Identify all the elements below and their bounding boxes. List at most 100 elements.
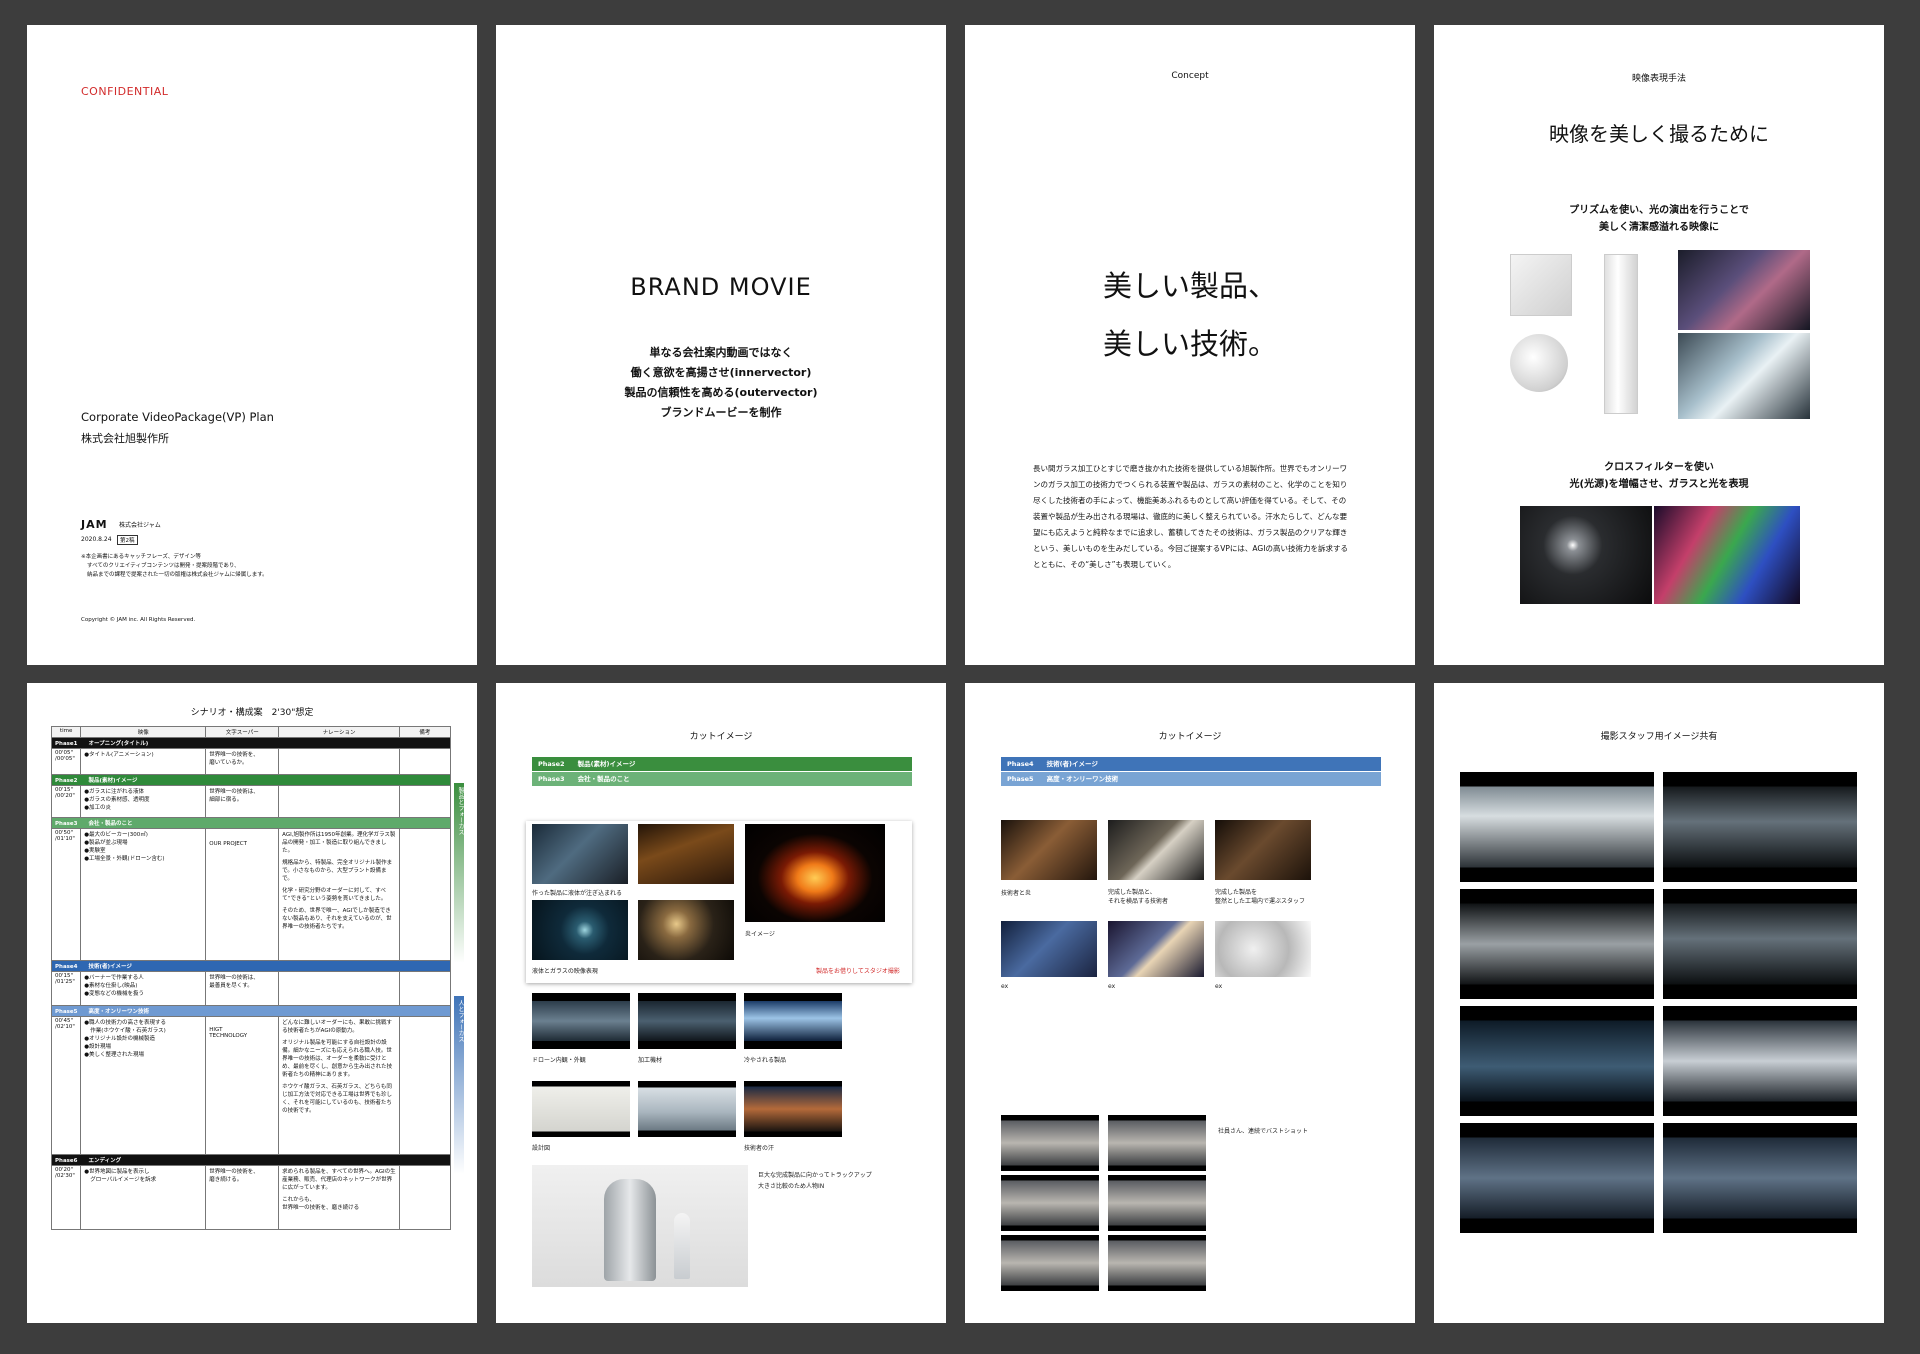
drone-caption: ドローン内観・外観: [532, 1057, 586, 1064]
line: ブランドムービーを制作: [660, 406, 782, 419]
phase-label: Phase3: [55, 821, 78, 827]
super-cell: OUR PROJECT: [209, 841, 247, 847]
engineer-flame-image: [1001, 820, 1097, 880]
people-focus-label: 人とフォーカス: [457, 1000, 464, 1042]
video-cell: ●製品が並ぶ現場: [84, 840, 128, 846]
pour-image: [532, 824, 628, 884]
video-cell: ●工場全景・外観(ドローン含む): [84, 856, 165, 862]
video-cell: ●職人の技術力の高さを表現する: [84, 1020, 167, 1026]
sweat-image: [744, 1081, 842, 1137]
crossfilter-color-image: [1654, 506, 1800, 604]
page-brand-movie: BRAND MOVIE 単なる会社案内動画ではなく 働く意欲を高揚させ(inne…: [496, 25, 946, 665]
line: それを検品する技術者: [1108, 898, 1169, 905]
phase-row: Phase5 高度・オンリーワン技術: [51, 1005, 451, 1017]
blueprint-caption: 設計図: [532, 1145, 551, 1152]
caption-ex: ex: [1108, 983, 1116, 990]
interview-image-4: [1108, 1175, 1206, 1231]
table-row: 00'50"/01'10" ●最大のビーカー(300㎡) ●製品が並ぶ現場 ●実験室…: [50, 828, 452, 961]
time-total: /00'20": [55, 793, 75, 799]
narration: そのため、世界で唯一、AGIでしか製造できない製品もあり、それを支えているのが、…: [282, 908, 392, 930]
phase-row: Phase4 技術(者)イメージ: [51, 960, 451, 972]
line: 美しく清潔感溢れる映像に: [1599, 222, 1719, 233]
crossfilter-caption: クロスフィルターを使い 光(光源)を増幅させ、ガラスと光を表現: [1434, 459, 1884, 493]
reference-image-1: [1460, 772, 1654, 882]
video-cell: ●ガラスに注がれる液体: [84, 789, 144, 795]
scenario-table: time 映像 文字スーパー ナレーション 備考 Phase1 オープニング(タ…: [50, 726, 452, 1230]
line: 働く意欲を高揚させ(innervector): [630, 366, 812, 379]
reference-image-8: [1663, 1123, 1857, 1233]
droplet-image: [638, 900, 734, 960]
super-cell: 世界唯一の技術を、: [209, 752, 259, 758]
amber-image: [638, 824, 734, 884]
scenario-title: シナリオ・構成案 2'30"想定: [190, 708, 314, 718]
ex-image-3: [1215, 921, 1311, 977]
concept-body: 長い間ガラス加工ひとすじで磨き抜かれた技術を提供している旭製作所。世界でもオンリ…: [1033, 464, 1348, 569]
inspection-image: [1108, 820, 1204, 880]
copyright: Copyright © JAM inc. All Rights Reserved…: [81, 617, 196, 623]
phase-row: Phase2 製品(素材)イメージ: [51, 774, 451, 786]
super-cell: 磨き続ける。: [209, 1177, 243, 1183]
video-cell: 作業(ホウケイ酸・石英ガラス): [90, 1028, 166, 1034]
narration: 規格品から、特製品、完全オリジナル製作まで。小さなものから、大型プラント設備まで…: [282, 860, 393, 882]
brand-movie-lines: 単なる会社案内動画ではなく 働く意欲を高揚させ(innervector) 製品の…: [496, 343, 946, 423]
phase-name: 技術(者)イメージ: [88, 964, 132, 970]
caption-ex: ex: [1215, 983, 1223, 990]
date: 2020.8.24: [81, 536, 112, 543]
video-cell: ●素材な仕掛し(映品): [84, 983, 138, 989]
video-cell: ●ガラスの素材感、透明度: [84, 797, 150, 803]
phase5-band: Phase5 高度・オンリーワン技術: [1001, 772, 1381, 786]
phase-row: Phase3 会社・製品のこと: [51, 817, 451, 829]
interview-image-3: [1001, 1175, 1099, 1231]
reference-image-4: [1663, 889, 1857, 999]
narration: 求められる製品を、すべての世界へ。AGIの生産業務、販売、代理店のネットワークが…: [282, 1169, 396, 1191]
material-caption: 加工機材: [638, 1057, 663, 1064]
headline-1: 美しい製品、: [1102, 269, 1277, 303]
caption-ex: ex: [1001, 983, 1009, 990]
legal-notes: ※本企画書にあるキャッチフレーズ、デザイン等 すべてのクリエイティブコンテンツは…: [81, 553, 268, 580]
vessel-shape: [604, 1179, 656, 1281]
interview-image-1: [1001, 1115, 1099, 1171]
caption-engineer: 技術者と炎: [1001, 890, 1032, 897]
ex-image-1: [1001, 921, 1097, 977]
video-cell: ●最大のビーカー(300㎡): [84, 832, 148, 838]
time-total: /02'30": [55, 1173, 75, 1179]
narration: 世界唯一の技術を、磨き続ける: [282, 1205, 360, 1211]
liquid-image: [532, 900, 628, 960]
prism-portrait-woman: [1678, 250, 1810, 330]
factory-image: [638, 1081, 736, 1137]
page-staff-share: 撮影スタッフ用イメージ共有: [1434, 683, 1884, 1323]
jam-logo: JAM: [81, 518, 108, 531]
line: 完成した製品を: [1215, 889, 1258, 896]
material-image: [638, 993, 736, 1049]
reference-image-5: [1460, 1006, 1654, 1116]
video-cell: ●設計現場: [84, 1044, 112, 1050]
line: 整然とした工場内で運ぶスタッフ: [1215, 898, 1306, 905]
cooled-caption: 冷やされる製品: [744, 1057, 787, 1064]
note-line: ※本企画書にあるキャッチフレーズ、デザイン等: [81, 554, 201, 560]
line: 光(光源)を増幅させ、ガラスと光を表現: [1569, 479, 1749, 490]
client-name: 株式会社旭製作所: [81, 432, 169, 445]
video-cell: ●タイトル(アニメーション): [84, 752, 154, 758]
worker-shape: [674, 1213, 690, 1279]
note-line: すべてのクリエイティブコンテンツは開発・提案段階であり、: [87, 563, 240, 569]
video-cell: ●美しく整理された現場: [84, 1052, 145, 1058]
phase4-band: Phase4 技術(者)イメージ: [1001, 757, 1381, 771]
product-focus-label: 製品とフォーカス: [457, 787, 464, 835]
col-header: ナレーション: [278, 726, 400, 738]
table-row: 00'05"/00'05" ●タイトル(アニメーション) 世界唯一の技術を、 磨い…: [50, 748, 452, 775]
headline-2: 美しい技術。: [1102, 327, 1277, 361]
prism-portrait-man: [1678, 333, 1810, 419]
table-row: 00'15"/00'20" ●ガラスに注がれる液体 ●ガラスの素材感、透明度 ●加工…: [50, 785, 452, 818]
line: クロスフィルターを使い: [1604, 462, 1714, 473]
page-cut-image-2: カットイメージ Phase4 技術(者)イメージ Phase5 高度・オンリーワ…: [965, 683, 1415, 1323]
super-cell: 磨いているか。: [209, 760, 248, 766]
video-cell: ●バーナーで作業する人: [84, 975, 144, 981]
video-cell: ●世界地図に製品を表示し: [84, 1169, 150, 1175]
line: 単なる会社案内動画ではなく: [649, 346, 793, 359]
confidential-label: CONFIDENTIAL: [81, 85, 169, 98]
super-cell: 世界唯一の技術は、: [209, 789, 259, 795]
phase-label: Phase5: [55, 1009, 78, 1015]
blueprint-image: [532, 1081, 630, 1137]
video-cell: ●加工の炎: [84, 805, 112, 811]
prism-tower: [1604, 254, 1638, 414]
